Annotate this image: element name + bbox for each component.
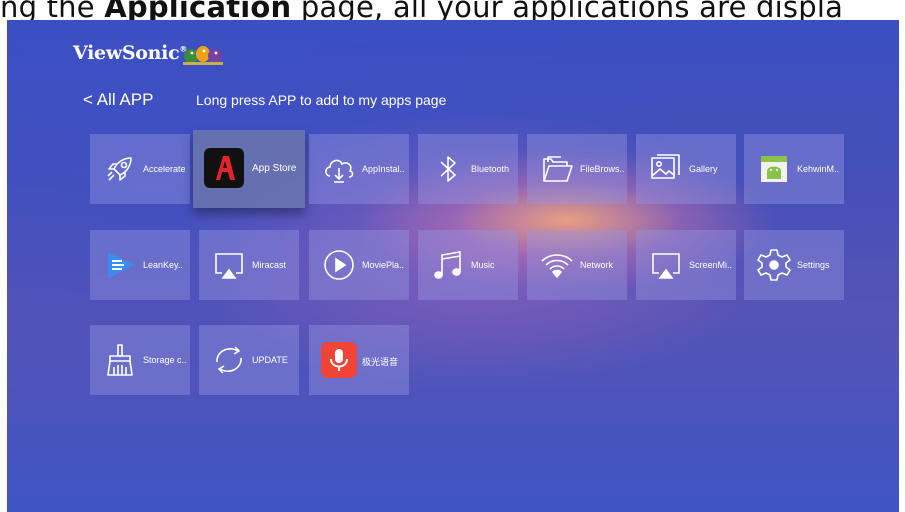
refresh-icon bbox=[216, 346, 242, 374]
app-label: MoviePla.. bbox=[362, 260, 405, 270]
app-label: Network bbox=[580, 260, 614, 270]
app-tile-movieplayer[interactable]: MoviePla.. bbox=[309, 230, 409, 300]
app-store-icon bbox=[204, 148, 244, 188]
app-tile-settings[interactable]: Settings bbox=[744, 230, 844, 300]
hint-text: Long press APP to add to my apps page bbox=[196, 92, 447, 108]
app-label: App Store bbox=[252, 163, 297, 174]
app-tile-voice[interactable]: 极光语音 bbox=[309, 325, 409, 395]
app-label: FileBrows.. bbox=[580, 164, 625, 174]
app-tile-update[interactable]: UPDATE bbox=[199, 325, 299, 395]
app-label: ScreenMi.. bbox=[689, 260, 733, 270]
play-icon bbox=[324, 250, 354, 280]
gear-icon bbox=[757, 249, 791, 281]
rocket-icon bbox=[107, 157, 132, 181]
android-app-icon bbox=[761, 156, 787, 182]
app-tile-bluetooth[interactable]: Bluetooth bbox=[418, 134, 518, 204]
app-label: Gallery bbox=[689, 164, 718, 174]
app-tile-accelerate[interactable]: Accelerate bbox=[90, 134, 190, 204]
microphone-icon bbox=[321, 342, 357, 378]
app-tile-storage-cleaner[interactable]: Storage c.. bbox=[90, 325, 190, 395]
app-label: Music bbox=[471, 260, 495, 270]
app-screen: ViewSonic® < All APP Long press APP to a… bbox=[7, 20, 899, 512]
broom-icon bbox=[107, 344, 133, 376]
app-tile-leankey[interactable]: LeanKey.. bbox=[90, 230, 190, 300]
app-tile-miracast[interactable]: Miracast bbox=[199, 230, 299, 300]
app-tile-appinstaller[interactable]: AppInstal.. bbox=[309, 134, 409, 204]
app-tile-screenmirror[interactable]: ScreenMi.. bbox=[636, 230, 736, 300]
cloud-download-icon bbox=[325, 159, 354, 183]
leankey-icon bbox=[108, 252, 134, 278]
brand-logo: ViewSonic® bbox=[73, 42, 188, 64]
app-label: Bluetooth bbox=[471, 164, 510, 174]
app-tile-music[interactable]: Music bbox=[418, 230, 518, 300]
music-note-icon bbox=[434, 251, 461, 279]
app-tile-app-store[interactable]: App Store bbox=[193, 130, 305, 208]
app-tile-network[interactable]: Network bbox=[527, 230, 627, 300]
app-label: Miracast bbox=[252, 260, 287, 270]
back-button[interactable]: < All APP bbox=[83, 90, 153, 110]
cast-icon bbox=[215, 253, 243, 279]
wifi-icon bbox=[541, 254, 573, 279]
folder-icon bbox=[543, 156, 573, 182]
gallery-icon bbox=[651, 154, 680, 179]
app-label: UPDATE bbox=[252, 355, 288, 365]
screen-mirror-icon bbox=[652, 253, 680, 279]
app-label: KehwinM.. bbox=[797, 164, 840, 174]
app-label: LeanKey.. bbox=[143, 260, 183, 270]
app-label: Storage c.. bbox=[143, 355, 187, 365]
app-tile-kehwinm[interactable]: KehwinM.. bbox=[744, 134, 844, 204]
app-label: AppInstal.. bbox=[362, 164, 405, 174]
app-label: 极光语音 bbox=[362, 357, 399, 367]
bluetooth-icon bbox=[440, 156, 456, 182]
app-label: Accelerate bbox=[143, 164, 186, 174]
app-tile-gallery[interactable]: Gallery bbox=[636, 134, 736, 204]
app-tile-filebrowser[interactable]: FileBrows.. bbox=[527, 134, 627, 204]
birds-logo-icon bbox=[183, 46, 223, 65]
app-label: Settings bbox=[797, 260, 830, 270]
